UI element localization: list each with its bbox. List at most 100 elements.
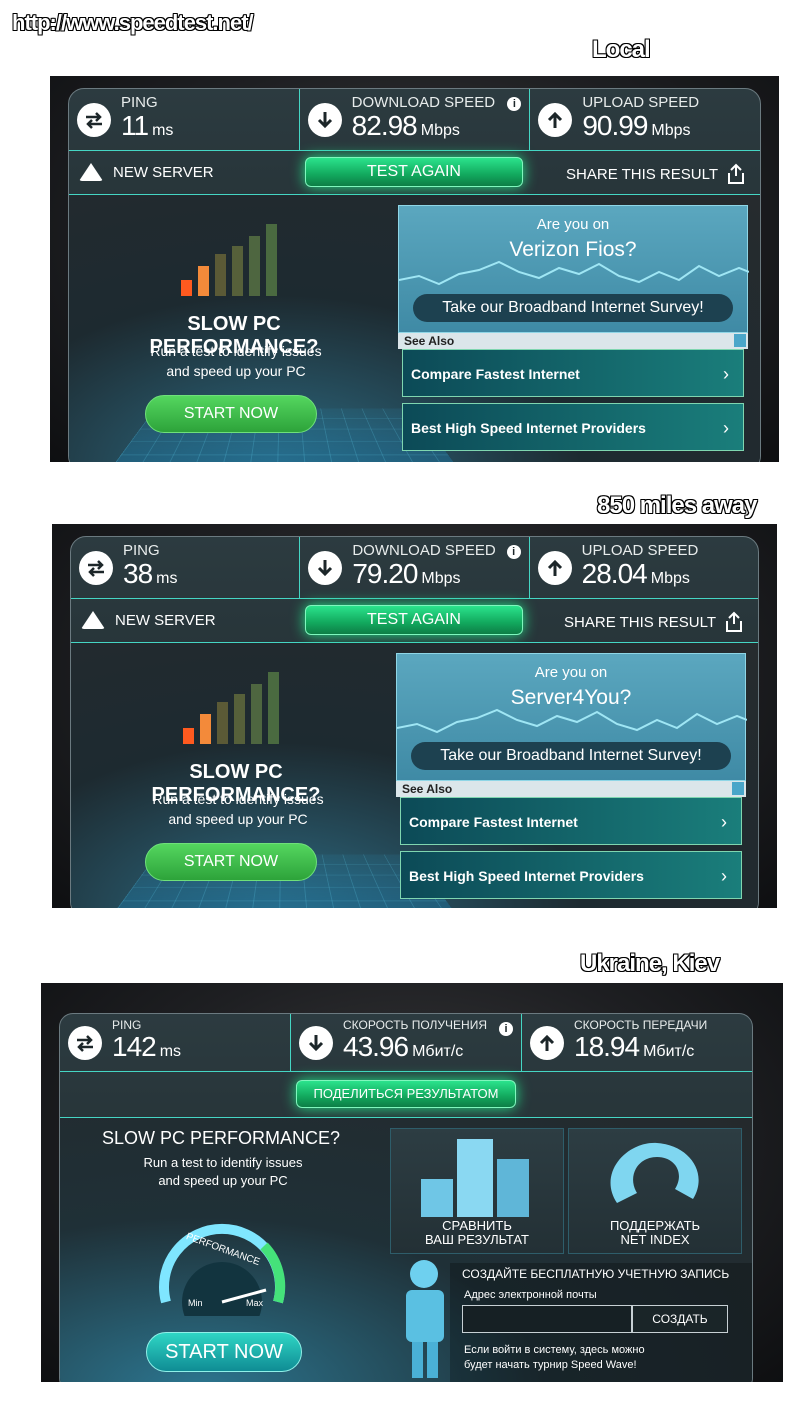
share-label: SHARE THIS RESULT [566, 165, 718, 183]
signup-heading: СОЗДАЙТЕ БЕСПЛАТНУЮ УЧЕТНУЮ ЗАПИСЬ [462, 1267, 730, 1281]
download-label: СКОРОСТЬ ПОЛУЧЕНИЯ [343, 1018, 488, 1032]
survey-ad[interactable]: Are you on Verizon Fios? Take our Broadb… [398, 205, 749, 333]
link-best-providers[interactable]: Best High Speed Internet Providers › [402, 403, 744, 451]
link-best-providers[interactable]: Best High Speed Internet Providers › [400, 851, 742, 899]
signup-note: Если войти в систему, здесь можно будет н… [464, 1344, 645, 1371]
ad-question-1: Are you on [536, 216, 610, 233]
ping-label: PING [112, 1018, 142, 1032]
source-url: http://www.speedtest.net/ [12, 10, 254, 35]
create-button[interactable]: СОЗДАТЬ [632, 1305, 728, 1333]
chevron-right-icon: › [721, 812, 727, 832]
start-now-button[interactable]: START NOW [145, 843, 317, 881]
upload-arrow-icon [537, 550, 572, 585]
upload-value: 18.94 [574, 1031, 640, 1062]
ping-unit: ms [152, 121, 174, 139]
upload-unit: Mbps [651, 121, 691, 139]
upload-arrow-icon [538, 102, 573, 137]
download-unit: Мбит/с [412, 1043, 464, 1060]
slow-pc-subtitle: Run a test to identify issues and speed u… [150, 343, 322, 379]
person-figure-icon [406, 1260, 444, 1378]
link-label: Compare Fastest Internet [411, 366, 580, 382]
upload-metric: СКОРОСТЬ ПЕРЕДАЧИ 18.94 Мбит/с [522, 1014, 752, 1071]
see-also-bar: See Also [398, 333, 748, 349]
test-again-button[interactable]: TEST AGAIN [305, 605, 523, 635]
upload-unit: Mbps [650, 569, 690, 587]
signal-bars-icon [181, 221, 277, 296]
slow-pc-subtitle: Run a test to identify issues and speed u… [143, 1155, 303, 1188]
upload-label: СКОРОСТЬ ПЕРЕДАЧИ [574, 1018, 708, 1032]
upload-label: UPLOAD SPEED [582, 93, 700, 111]
slow-pc-subtitle: Run a test to identify issues and speed u… [152, 791, 324, 827]
signal-bars-icon [183, 669, 279, 744]
download-unit: Mbps [420, 121, 460, 139]
signup-form: СОЗДАЙТЕ БЕСПЛАТНУЮ УЧЕТНУЮ ЗАПИСЬ Адрес… [450, 1263, 752, 1382]
gauge-min-label: Min [188, 1298, 203, 1308]
slow-pc-title: SLOW PC PERFORMANCE? [101, 1128, 341, 1148]
upload-metric: UPLOAD SPEED 28.04 Mbps [530, 537, 758, 598]
share-result-button[interactable]: SHARE THIS RESULT [566, 163, 746, 185]
adchoices-icon[interactable] [732, 782, 744, 795]
upload-value: 90.99 [582, 109, 648, 141]
survey-link[interactable]: Take our Broadband Internet Survey! [413, 294, 733, 322]
download-arrow-icon [308, 550, 343, 585]
email-label: Адрес электронной почты [464, 1289, 597, 1301]
email-field[interactable] [462, 1305, 632, 1333]
panel-label-kiev: Ukraine, Kiev [580, 950, 720, 977]
ping-unit: ms [159, 1043, 182, 1060]
share-result-button[interactable]: ПОДЕЛИТЬСЯ РЕЗУЛЬТАТОМ [296, 1080, 516, 1108]
download-metric: DOWNLOAD SPEED 82.98 Mbps i [300, 89, 531, 150]
link-label: Compare Fastest Internet [409, 814, 578, 830]
ad-question-1: Are you on [534, 664, 608, 681]
info-icon[interactable]: i [499, 1022, 513, 1036]
adchoices-icon[interactable] [734, 334, 746, 347]
performance-gauge-icon: PERFORMANCE Min Max [159, 1223, 286, 1316]
net-index-icon [610, 1142, 699, 1203]
upload-arrow-icon [530, 1025, 564, 1060]
support-netindex-tile[interactable]: ПОДДЕРЖАТЬ NET INDEX [568, 1128, 742, 1254]
speedtest-panel-850-miles: PING 38 ms DOWNLOAD SPEED 79.20 Mbps i U… [52, 524, 777, 908]
share-result-button[interactable]: SHARE THIS RESULT [564, 611, 744, 633]
download-arrow-icon [299, 1025, 333, 1060]
upload-value: 28.04 [581, 557, 648, 589]
ping-value: 38 [123, 557, 153, 589]
ping-unit: ms [156, 569, 178, 587]
ping-icon [79, 550, 113, 585]
compare-result-tile[interactable]: СРАВНИТЬ ВАШ РЕЗУЛЬТАТ [390, 1128, 564, 1254]
ping-value: 142 [112, 1031, 157, 1062]
link-compare-fastest[interactable]: Compare Fastest Internet › [402, 349, 744, 397]
see-also-label: See Also [402, 782, 453, 796]
link-label: Best High Speed Internet Providers [411, 420, 646, 436]
chevron-right-icon: › [723, 364, 729, 384]
link-label: Best High Speed Internet Providers [409, 868, 644, 884]
ping-icon [68, 1025, 102, 1060]
panel-label-850-miles: 850 miles away [597, 492, 757, 519]
upload-metric: UPLOAD SPEED 90.99 Mbps [530, 89, 760, 150]
test-again-button[interactable]: TEST AGAIN [305, 157, 523, 187]
panel-label-local: Local [592, 36, 651, 63]
download-label: DOWNLOAD SPEED [351, 93, 496, 111]
tile-support-label: ПОДДЕРЖАТЬ NET INDEX [609, 1218, 701, 1247]
new-server-label: NEW SERVER [115, 611, 216, 629]
chevron-right-icon: › [723, 418, 729, 438]
chevron-right-icon: › [721, 866, 727, 886]
download-value: 79.20 [352, 557, 418, 589]
download-label: DOWNLOAD SPEED [352, 541, 496, 559]
share-icon [728, 163, 744, 184]
survey-ad[interactable]: Are you on Server4You? Take our Broadban… [396, 653, 747, 781]
triangle-icon [79, 163, 103, 181]
new-server-button[interactable]: NEW SERVER [81, 611, 216, 629]
start-now-button[interactable]: START NOW [146, 1332, 302, 1372]
download-value: 43.96 [343, 1031, 409, 1062]
tile-compare-label: СРАВНИТЬ ВАШ РЕЗУЛЬТАТ [425, 1218, 529, 1247]
gauge-max-label: Max [246, 1298, 264, 1308]
info-icon[interactable]: i [506, 545, 521, 559]
ping-label: PING [121, 93, 158, 111]
info-icon[interactable]: i [507, 97, 522, 111]
download-metric: DOWNLOAD SPEED 79.20 Mbps i [300, 537, 530, 598]
new-server-button[interactable]: NEW SERVER [79, 163, 214, 181]
start-now-button[interactable]: START NOW [145, 395, 317, 433]
download-unit: Mbps [421, 569, 461, 587]
ad-line-graphic [399, 260, 749, 286]
link-compare-fastest[interactable]: Compare Fastest Internet › [400, 797, 742, 845]
survey-link[interactable]: Take our Broadband Internet Survey! [411, 742, 731, 770]
